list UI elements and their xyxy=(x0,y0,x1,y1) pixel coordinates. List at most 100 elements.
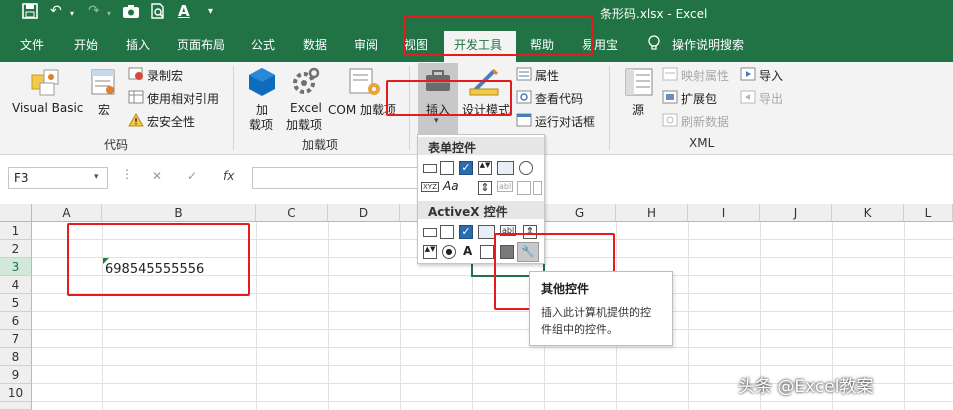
row-header-2[interactable]: 2 xyxy=(0,240,32,258)
save-icon[interactable] xyxy=(22,3,38,23)
undo-dropdown-icon[interactable]: ▾ xyxy=(70,9,74,18)
list-box-icon[interactable] xyxy=(497,161,514,175)
gridline-horizontal xyxy=(32,347,953,348)
view-code-button[interactable]: 查看代码 xyxy=(535,90,583,107)
highlight-insert-controls xyxy=(386,80,512,116)
combo-drop-edit-icon xyxy=(533,181,542,195)
column-header-d[interactable]: D xyxy=(328,204,400,222)
expansion-packs-button[interactable]: 扩展包 xyxy=(681,90,717,107)
row-header-1[interactable]: 1 xyxy=(0,222,32,240)
map-properties-icon xyxy=(662,67,678,84)
group-divider xyxy=(233,66,234,150)
xml-source-button[interactable]: 源 xyxy=(632,101,644,118)
import-button[interactable]: 导入 xyxy=(759,67,783,84)
xml-source-icon xyxy=(624,67,654,100)
form-controls-header: 表单控件 xyxy=(418,137,544,155)
excel-addins-button-line2[interactable]: 加载项 xyxy=(286,116,322,133)
tab-home[interactable]: 开始 xyxy=(74,36,98,53)
import-icon xyxy=(740,67,756,84)
option-button-icon[interactable] xyxy=(519,161,533,175)
column-header-c[interactable]: C xyxy=(256,204,328,222)
label-control-icon[interactable]: Aa xyxy=(443,179,459,193)
activex-list-box-icon[interactable] xyxy=(478,225,495,239)
macros-button[interactable]: 宏 xyxy=(98,101,110,118)
spin-button-icon[interactable]: ▲▼ xyxy=(478,161,492,175)
formula-input[interactable] xyxy=(252,167,422,189)
column-header-a[interactable]: A xyxy=(32,204,102,222)
activex-option-button-icon[interactable]: ● xyxy=(442,245,456,259)
row-header-4[interactable]: 4 xyxy=(0,276,32,294)
visual-basic-button[interactable]: Visual Basic xyxy=(12,101,83,115)
row-header-7[interactable]: 7 xyxy=(0,330,32,348)
excel-addins-icon xyxy=(290,67,320,100)
enter-icon[interactable]: ✓ xyxy=(187,169,197,183)
group-label-addins: 加载项 xyxy=(302,138,339,152)
activex-command-button-icon[interactable] xyxy=(423,228,437,237)
tab-review[interactable]: 审阅 xyxy=(354,36,378,53)
excel-addins-button-line1[interactable]: Excel xyxy=(290,101,322,115)
column-header-i[interactable]: I xyxy=(688,204,760,222)
button-control-icon[interactable] xyxy=(423,164,437,173)
activex-label-icon[interactable]: A xyxy=(463,244,472,258)
name-box-dropdown-icon[interactable]: ▾ xyxy=(94,172,99,182)
gridline-vertical xyxy=(688,222,689,410)
group-label-code: 代码 xyxy=(104,138,129,152)
column-header-h[interactable]: H xyxy=(616,204,688,222)
tooltip-body-line1: 插入此计算机提供的控 xyxy=(541,306,651,319)
map-properties-button: 映射属性 xyxy=(681,69,730,83)
more-controls-tooltip: 其他控件 插入此计算机提供的控 件组中的控件。 xyxy=(529,271,673,346)
activex-combo-box-icon[interactable] xyxy=(440,225,454,239)
activex-checkbox-icon[interactable]: ✓ xyxy=(459,225,473,239)
scroll-bar-icon[interactable]: ⇕ xyxy=(478,181,492,195)
chevron-down-icon: ▾ xyxy=(434,116,439,126)
column-header-b[interactable]: B xyxy=(102,204,256,222)
column-header-k[interactable]: K xyxy=(832,204,904,222)
view-code-icon xyxy=(516,90,532,107)
activex-spin-button-icon[interactable]: ▲▼ xyxy=(423,245,437,259)
tab-file[interactable]: 文件 xyxy=(20,36,44,53)
column-header-l[interactable]: L xyxy=(904,204,953,222)
row-header-5[interactable]: 5 xyxy=(0,294,32,312)
expansion-packs-icon xyxy=(662,90,678,107)
undo-icon[interactable]: ↶ xyxy=(50,3,62,19)
tooltip-body-line2: 件组中的控件。 xyxy=(541,323,618,336)
highlight-developer-tab xyxy=(403,16,593,56)
select-all-corner[interactable] xyxy=(0,204,32,222)
gridline-horizontal xyxy=(32,365,953,366)
customize-toolbar-icon[interactable]: ▾ xyxy=(208,6,213,17)
row-header-11[interactable] xyxy=(0,402,32,410)
tab-data[interactable]: 数据 xyxy=(303,36,327,53)
warning-icon xyxy=(128,113,144,130)
row-header-9[interactable]: 9 xyxy=(0,366,32,384)
row-header-6[interactable]: 6 xyxy=(0,312,32,330)
cancel-icon[interactable]: ✕ xyxy=(152,169,162,183)
tab-page-layout[interactable]: 页面布局 xyxy=(177,36,225,53)
print-preview-icon[interactable] xyxy=(150,3,166,23)
row-header-8[interactable]: 8 xyxy=(0,348,32,366)
insert-function-icon[interactable]: fx xyxy=(223,169,234,183)
row-header-10[interactable]: 10 xyxy=(0,384,32,402)
gridline-horizontal xyxy=(32,329,953,330)
gridline-vertical xyxy=(256,222,257,410)
row-header-3[interactable]: 3 xyxy=(0,258,32,276)
tell-me-search[interactable]: 操作说明搜索 xyxy=(672,36,744,53)
tab-formulas[interactable]: 公式 xyxy=(251,36,275,53)
checkbox-control-icon[interactable]: ✓ xyxy=(459,161,473,175)
combo-box-icon[interactable] xyxy=(440,161,454,175)
group-box-icon[interactable]: XYZ xyxy=(421,182,439,192)
group-label-xml: XML xyxy=(689,136,715,150)
font-color-icon[interactable]: A xyxy=(178,2,190,20)
column-header-g[interactable]: G xyxy=(544,204,616,222)
export-icon xyxy=(740,90,756,107)
camera-icon[interactable] xyxy=(122,3,140,23)
addins-button-line2[interactable]: 载项 xyxy=(249,116,273,133)
relative-refs-button[interactable]: 使用相对引用 xyxy=(147,90,219,107)
column-header-j[interactable]: J xyxy=(760,204,832,222)
properties-button[interactable]: 属性 xyxy=(535,67,559,84)
activex-image-icon[interactable] xyxy=(480,245,494,259)
tab-insert[interactable]: 插入 xyxy=(126,36,150,53)
name-box[interactable]: F3 xyxy=(8,167,108,189)
run-dialog-button[interactable]: 运行对话框 xyxy=(535,113,595,130)
record-macro-button[interactable]: 录制宏 xyxy=(147,67,183,84)
macro-security-button[interactable]: 宏安全性 xyxy=(147,113,195,130)
